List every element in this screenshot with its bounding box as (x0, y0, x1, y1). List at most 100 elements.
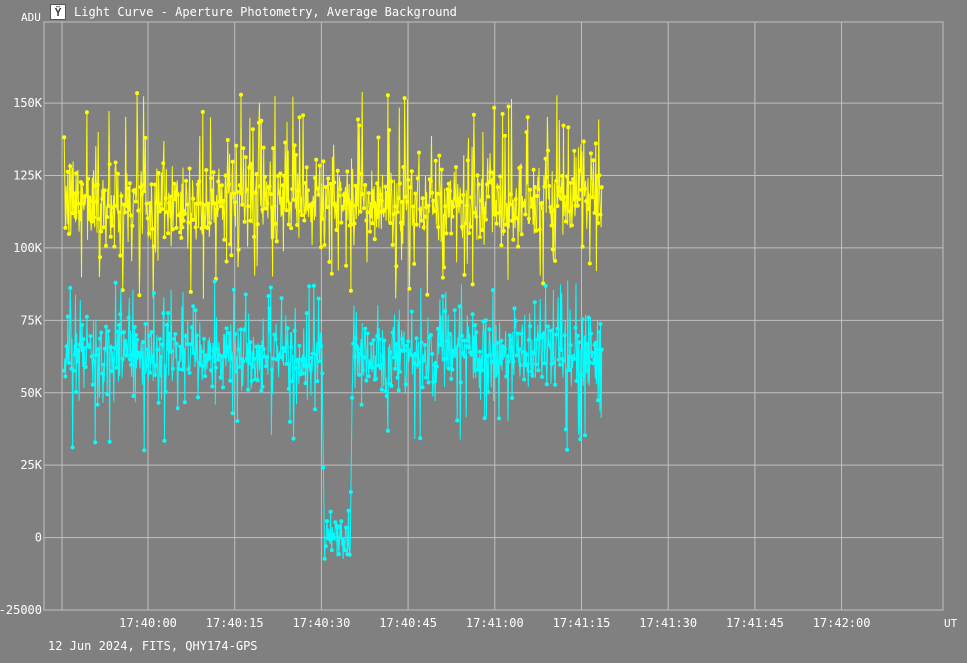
series-point (67, 232, 71, 236)
series-point (437, 332, 442, 337)
series-point (235, 419, 240, 423)
series-point (317, 359, 322, 364)
series-point (572, 356, 577, 361)
series-point (415, 176, 420, 181)
series-point (86, 176, 91, 181)
y-tick-label: 25K (20, 458, 42, 472)
series-point (236, 347, 241, 352)
series-point (174, 341, 179, 346)
series-point (409, 169, 414, 174)
series-point (229, 253, 234, 258)
series-point (93, 440, 98, 445)
series-line-0 (63, 91, 603, 299)
series-point (456, 203, 461, 208)
series-point (461, 193, 466, 197)
series-point (111, 357, 116, 362)
series-point (100, 371, 105, 376)
series-point (266, 294, 271, 298)
series-point (536, 368, 541, 373)
series-point (395, 375, 400, 380)
series-point (518, 165, 523, 170)
series-point (455, 418, 460, 423)
series-point (96, 216, 101, 221)
series-point (580, 317, 585, 322)
series-point (400, 337, 405, 342)
series-point (590, 195, 595, 200)
series-point (63, 374, 68, 379)
series-point (389, 179, 394, 184)
series-point (360, 368, 365, 373)
series-point (498, 360, 503, 365)
series-point (559, 196, 564, 201)
series-point (70, 445, 75, 450)
series-point (581, 139, 586, 144)
series-point (396, 388, 401, 393)
series-point (119, 194, 124, 198)
series-point (105, 392, 110, 397)
series-point (596, 221, 601, 226)
series-point (571, 177, 576, 182)
series-point (336, 193, 341, 198)
series-point (460, 333, 464, 338)
series-point (117, 210, 122, 215)
series-point (474, 214, 479, 219)
series-point (525, 362, 530, 367)
series-point (111, 205, 116, 210)
series-point (479, 198, 484, 203)
series-point (248, 340, 253, 345)
series-point (341, 540, 346, 545)
series-point (176, 213, 181, 218)
series-point (295, 223, 300, 227)
series-point (393, 204, 398, 209)
series-point (233, 200, 237, 205)
series-point (131, 394, 136, 399)
series-point (477, 349, 482, 354)
series-point (461, 351, 466, 355)
series-point (227, 331, 231, 336)
series-point (448, 331, 452, 336)
series-point (198, 201, 203, 206)
series-point (207, 220, 212, 225)
series-point (217, 200, 222, 205)
series-point (291, 197, 296, 202)
series-point (309, 356, 314, 360)
series-point (167, 201, 172, 206)
series-point (430, 352, 435, 356)
series-point (575, 333, 580, 338)
x-tick-label: 17:40:00 (119, 616, 177, 630)
series-point (84, 314, 89, 319)
series-point (364, 218, 369, 223)
series-point (357, 123, 362, 128)
series-point (477, 235, 482, 240)
series-point (90, 219, 95, 224)
series-point (270, 367, 274, 372)
series-point (548, 205, 553, 210)
series-point (475, 367, 480, 372)
series-point (107, 162, 112, 167)
series-point (528, 187, 533, 192)
series-point (504, 222, 509, 227)
series-point (485, 353, 490, 358)
series-point (161, 311, 166, 316)
series-point (551, 360, 556, 365)
series-point (283, 349, 288, 353)
series-point (572, 148, 577, 153)
series-point (439, 167, 444, 172)
series-point (595, 347, 599, 352)
series-point (325, 205, 329, 210)
series-point (221, 198, 226, 203)
series-point (68, 285, 73, 290)
series-point (495, 340, 500, 345)
series-point (319, 245, 323, 250)
series-point (412, 361, 417, 366)
light-curve-chart: 150K 125K 100K 75K 50K 25K 0 -25000 17:40:00 17:4… (0, 21, 944, 630)
series-point (123, 338, 128, 343)
series-point (215, 347, 220, 352)
series-point (245, 187, 249, 192)
series-point (113, 280, 118, 285)
series-point (301, 371, 306, 376)
series-point (302, 218, 307, 223)
series-point (428, 179, 433, 184)
series-point (494, 370, 499, 375)
series-point (267, 306, 272, 311)
